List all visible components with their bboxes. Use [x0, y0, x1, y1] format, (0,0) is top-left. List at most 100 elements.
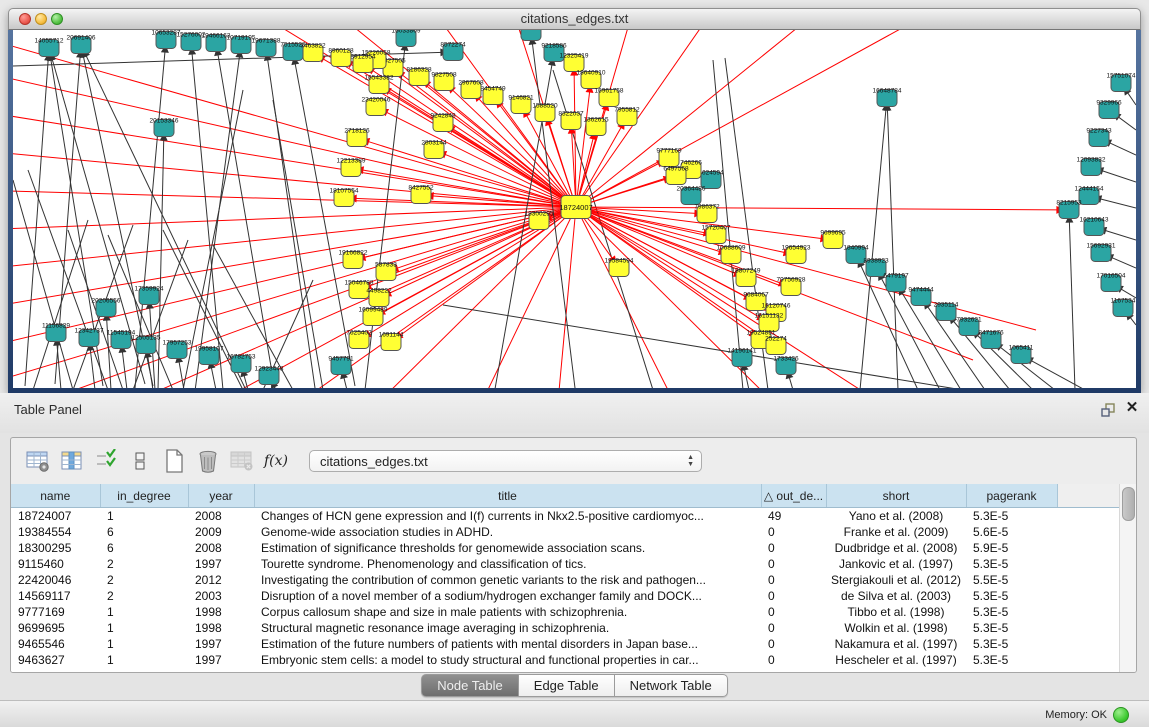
- graph-node[interactable]: 4498222: [366, 288, 392, 307]
- table-row[interactable]: 911546021997Tourette syndrome. Phenomeno…: [11, 556, 1120, 572]
- graph-node[interactable]: 12342737: [75, 328, 104, 347]
- graph-edge[interactable]: [1130, 317, 1136, 325]
- graph-node[interactable]: 8454749: [480, 86, 506, 105]
- graph-edge[interactable]: [344, 377, 347, 388]
- scrollbar-thumb[interactable]: [1122, 487, 1135, 521]
- graph-node[interactable]: 1167534: [1111, 298, 1136, 317]
- select-rows-button[interactable]: [91, 446, 121, 476]
- graph-node[interactable]: 8471676: [978, 330, 1004, 349]
- tab-node-table[interactable]: Node Table: [421, 674, 519, 697]
- graph-edge[interactable]: [90, 349, 95, 388]
- graph-node[interactable]: 9146821: [508, 95, 534, 114]
- graph-edge[interactable]: [25, 59, 48, 386]
- graph-node[interactable]: 8215953: [1056, 200, 1082, 219]
- graph-node[interactable]: 18724007: [559, 196, 592, 219]
- graph-edge[interactable]: [1111, 257, 1136, 268]
- graph-edge[interactable]: [1105, 230, 1136, 240]
- graph-edge[interactable]: [28, 170, 108, 388]
- table-row[interactable]: 1830029562008Estimation of significance …: [11, 540, 1120, 556]
- graph-edge[interactable]: [179, 361, 184, 388]
- graph-edge[interactable]: [576, 30, 813, 207]
- graph-node[interactable]: 2803144: [421, 140, 447, 159]
- graph-node[interactable]: 6497568: [663, 166, 689, 185]
- graph-edge[interactable]: [576, 207, 1036, 330]
- graph-node[interactable]: 12213389: [337, 158, 366, 177]
- graph-node[interactable]: 10688609: [717, 245, 746, 264]
- graph-edge[interactable]: [148, 356, 153, 388]
- graph-node[interactable]: 15751074: [1107, 73, 1136, 92]
- graph-node[interactable]: 8960128: [328, 48, 354, 67]
- vertical-scrollbar[interactable]: [1119, 484, 1136, 672]
- graph-node[interactable]: 79756928: [777, 277, 806, 296]
- graph-edge[interactable]: [744, 369, 749, 388]
- column-header-in_degree[interactable]: in_degree: [100, 484, 188, 508]
- graph-edge[interactable]: [13, 207, 576, 385]
- graph-edge[interactable]: [373, 207, 576, 388]
- graph-node[interactable]: 14196141: [728, 348, 757, 367]
- graph-node[interactable]: 12923448: [255, 366, 284, 385]
- graph-node[interactable]: 20153346: [150, 118, 179, 137]
- graph-node[interactable]: 9827508: [431, 72, 457, 91]
- graph-node[interactable]: 8572274: [440, 42, 466, 61]
- row-height-button[interactable]: [125, 446, 155, 476]
- column-header-year[interactable]: year: [188, 484, 254, 508]
- graph-edge[interactable]: [213, 207, 576, 388]
- graph-node[interactable]: 18640910: [577, 70, 606, 89]
- graph-node[interactable]: 16099489: [359, 307, 388, 326]
- tab-network-table[interactable]: Network Table: [615, 674, 728, 697]
- graph-node[interactable]: 8912954: [350, 54, 376, 73]
- graph-node[interactable]: 15692931: [1087, 243, 1116, 262]
- network-window-titlebar[interactable]: citations_edges.txt: [8, 8, 1141, 30]
- table-row[interactable]: 1872400712008Changes of HCN gene express…: [11, 508, 1120, 525]
- graph-node[interactable]: 15720407: [702, 225, 731, 244]
- graph-node[interactable]: 14055712: [35, 38, 64, 57]
- graph-node[interactable]: 18107554: [330, 188, 359, 207]
- graph-node[interactable]: 8427552: [408, 185, 434, 204]
- graph-node[interactable]: 9457791: [328, 356, 354, 375]
- graph-node[interactable]: 7986372: [694, 204, 720, 223]
- graph-node[interactable]: 8813054: [518, 30, 544, 41]
- graph-edge[interactable]: [1101, 170, 1136, 182]
- graph-node[interactable]: 17359924: [135, 286, 164, 305]
- graph-edge[interactable]: [887, 109, 898, 388]
- graph-edge[interactable]: [1069, 221, 1075, 388]
- graph-edge[interactable]: [576, 207, 1058, 210]
- graph-node[interactable]: 16210643: [1080, 217, 1109, 236]
- graph-node[interactable]: 7955812: [614, 107, 640, 126]
- graph-edge[interactable]: [400, 207, 576, 336]
- graph-node[interactable]: 7625402: [346, 330, 372, 349]
- graph-node[interactable]: 17016504: [1097, 273, 1126, 292]
- graph-node[interactable]: 19671388: [252, 38, 281, 57]
- graph-node[interactable]: 20364486: [677, 186, 706, 205]
- graph-node[interactable]: 9777169: [656, 148, 682, 167]
- graph-edge[interactable]: [268, 59, 315, 388]
- graph-node[interactable]: 6479197: [883, 273, 909, 292]
- graph-node[interactable]: 7463822: [300, 43, 326, 62]
- network-canvas[interactable]: 1405571220691406106532871527600219466163…: [13, 30, 1136, 388]
- function-builder-button[interactable]: f(x): [261, 446, 291, 476]
- graph-node[interactable]: 18807249: [732, 268, 761, 287]
- column-header-name[interactable]: name: [11, 484, 100, 508]
- table-row[interactable]: 946554611997Estimation of the future num…: [11, 636, 1120, 652]
- graph-node[interactable]: 2718126: [344, 128, 370, 147]
- graph-node[interactable]: 20691406: [67, 35, 96, 54]
- graph-edge[interactable]: [295, 63, 355, 386]
- graph-edge[interactable]: [273, 100, 323, 388]
- graph-node[interactable]: 19654923: [782, 245, 811, 264]
- table-selector[interactable]: citations_edges.txt ▲▼: [309, 450, 702, 472]
- graph-edge[interactable]: [1100, 199, 1136, 208]
- graph-node[interactable]: 2935114: [934, 302, 959, 321]
- graph-node[interactable]: 1691144: [379, 332, 404, 351]
- graph-node[interactable]: 2967608: [458, 80, 484, 99]
- column-header-title[interactable]: title: [254, 484, 761, 508]
- graph-node[interactable]: 9329966: [1096, 100, 1122, 119]
- graph-edge[interactable]: [452, 129, 576, 207]
- graph-edge[interactable]: [57, 344, 61, 388]
- table-mode-button[interactable]: [23, 446, 53, 476]
- graph-edge[interactable]: [108, 235, 173, 388]
- graph-node[interactable]: 20206556: [92, 298, 121, 317]
- column-header-short[interactable]: short: [826, 484, 966, 508]
- graph-node[interactable]: 1065411: [1009, 345, 1034, 364]
- graph-edge[interactable]: [1118, 117, 1136, 130]
- zoom-window-button[interactable]: [51, 13, 63, 25]
